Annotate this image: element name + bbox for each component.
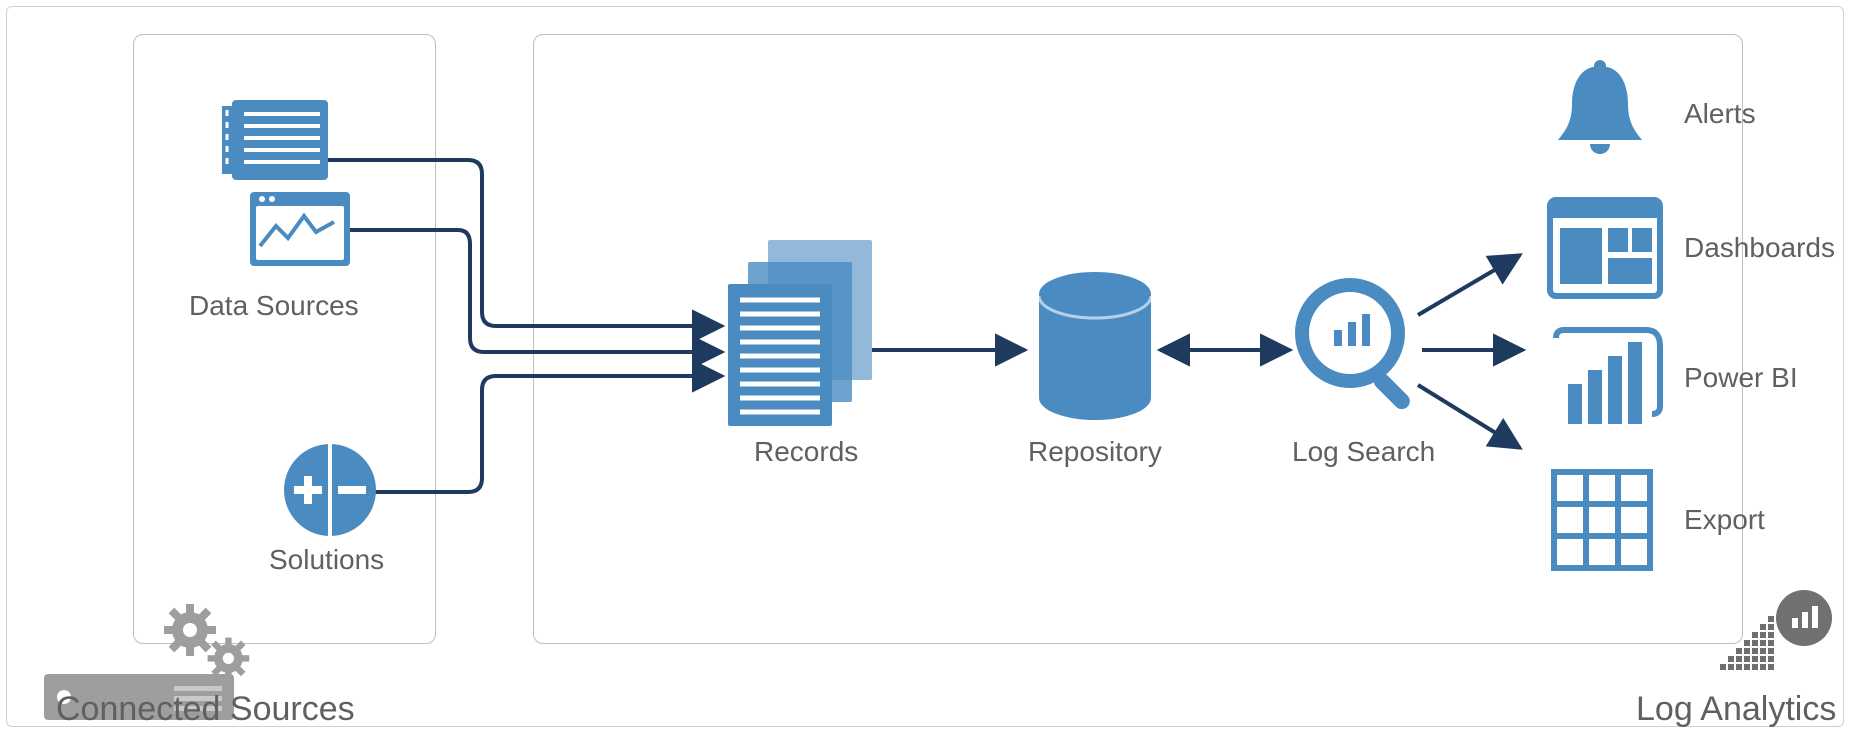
repository-label: Repository	[1028, 436, 1162, 468]
solutions-label: Solutions	[269, 544, 384, 576]
log-search-icon	[1290, 278, 1430, 428]
data-sources-icon	[212, 100, 352, 270]
export-icon	[1552, 470, 1652, 570]
dashboards-label: Dashboards	[1684, 232, 1835, 264]
data-sources-label: Data Sources	[189, 290, 359, 322]
records-icon	[720, 240, 880, 430]
records-label: Records	[754, 436, 858, 468]
connected-sources-label: Connected Sources	[56, 690, 355, 729]
dashboards-icon	[1550, 200, 1660, 296]
alerts-label: Alerts	[1684, 98, 1756, 130]
log-analytics-icon	[1720, 588, 1840, 696]
power-bi-label: Power BI	[1684, 362, 1798, 394]
log-analytics-label: Log Analytics	[1636, 690, 1836, 729]
repository-icon	[1030, 272, 1160, 422]
log-search-label: Log Search	[1292, 436, 1435, 468]
solutions-icon	[280, 440, 380, 540]
export-label: Export	[1684, 504, 1765, 536]
alerts-icon	[1550, 60, 1650, 170]
power-bi-icon	[1548, 330, 1664, 430]
